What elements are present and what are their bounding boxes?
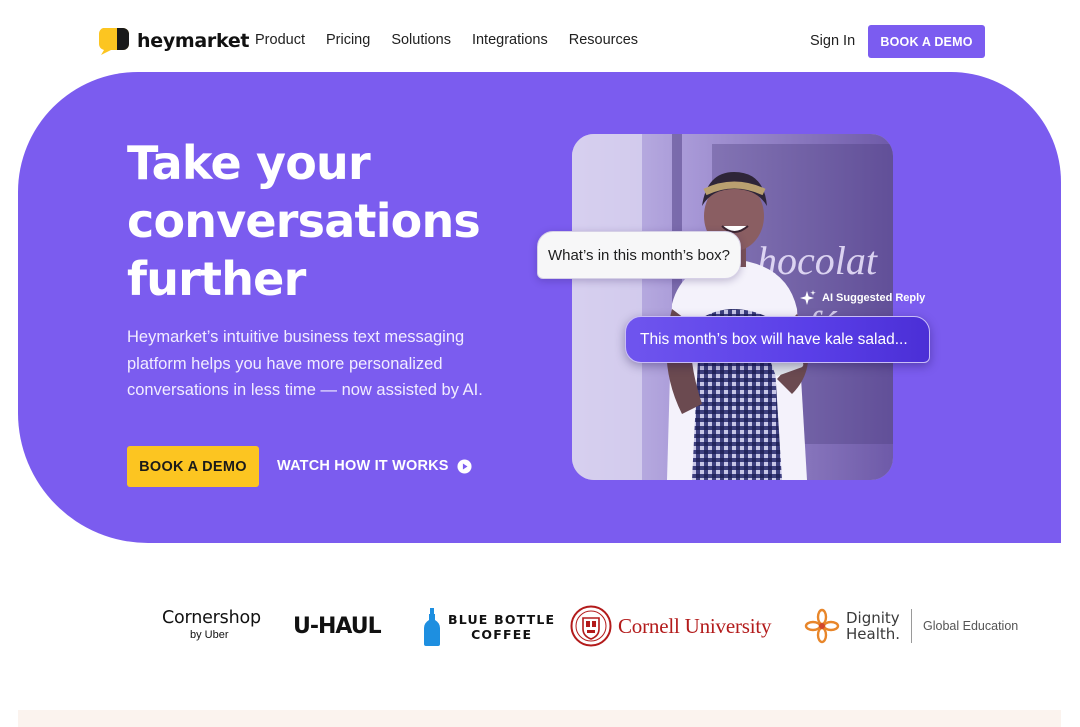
blue-bottle-line2: COFFEE [471,627,533,642]
hero-subtitle: Heymarket’s intuitive business text mess… [127,328,483,399]
woman-in-shop-illustration: hocolat fé [572,134,893,480]
main-nav: Product Pricing Solutions Integrations R… [255,32,659,48]
watch-label: WATCH HOW IT WORKS [277,458,449,474]
dignity-wordmark: Dignity Health. [846,610,900,642]
hero-title: Take your conversations further [127,134,547,308]
dignity-line1: Dignity [846,609,900,627]
dignity-flower-icon [804,608,840,644]
top-nav: heymarket Product Pricing Solutions Inte… [0,0,1080,80]
watch-how-it-works-link[interactable]: WATCH HOW IT WORKS [277,458,472,474]
cornershop-name: Cornershop [162,608,261,628]
cornell-seal-icon [570,605,612,647]
nav-solutions[interactable]: Solutions [391,32,451,48]
cornell-wordmark: Cornell University [618,613,772,638]
global-education-text: Global Education [923,619,1019,633]
dignity-line2: Health. [846,625,901,643]
hero-photo: hocolat fé [572,134,893,480]
play-circle-icon [457,458,472,474]
hero-section: Take your conversations further Heymarke… [18,72,1061,543]
customer-logos: Cornershop by Uber U-HAUL BLUE BOTTLE CO… [0,600,1080,660]
cornershop-sub: by Uber [190,629,229,641]
blue-bottle-logo: BLUE BOTTLE COFFEE [424,608,555,646]
hero-book-demo-button[interactable]: BOOK A DEMO [127,446,259,487]
ai-reply-text: This month’s box will have kale salad... [640,330,908,348]
hero-title-line: Take your [127,136,371,190]
logo-wordmark: heymarket [137,30,250,52]
sign-in-link[interactable]: Sign In [810,33,855,49]
nav-product[interactable]: Product [255,32,305,48]
customer-message-bubble: What’s in this month’s box? [537,231,741,279]
nav-integrations[interactable]: Integrations [472,32,548,48]
hero-title-line: conversations [127,194,481,248]
nav-pricing[interactable]: Pricing [326,32,370,48]
cornershop-logo: Cornershop by Uber [162,608,261,641]
ai-label-text: AI Suggested Reply [822,292,926,304]
sparkle-icon [800,290,816,305]
ai-suggested-reply-label: AI Suggested Reply [800,290,925,306]
blue-bottle-text: BLUE BOTTLE COFFEE [448,612,555,642]
ai-reply-bubble: This month’s box will have kale salad... [625,316,930,363]
customer-message-text: What’s in this month’s box? [547,246,731,264]
hero-title-line: further [127,252,306,306]
nav-book-demo-button[interactable]: BOOK A DEMO [868,25,985,58]
nav-resources[interactable]: Resources [569,32,638,48]
blue-bottle-line1: BLUE BOTTLE [448,612,556,627]
cornell-logo: Cornell University [570,605,771,647]
dignity-health-logo: Dignity Health. Global Education [804,608,1018,644]
logo-chat-bubble-icon [98,28,129,55]
next-section-edge [18,710,1061,727]
uhaul-logo: U-HAUL [293,614,382,639]
blue-bottle-icon [424,608,440,646]
logo-divider [911,609,913,643]
heymarket-logo[interactable]: heymarket [97,26,249,56]
